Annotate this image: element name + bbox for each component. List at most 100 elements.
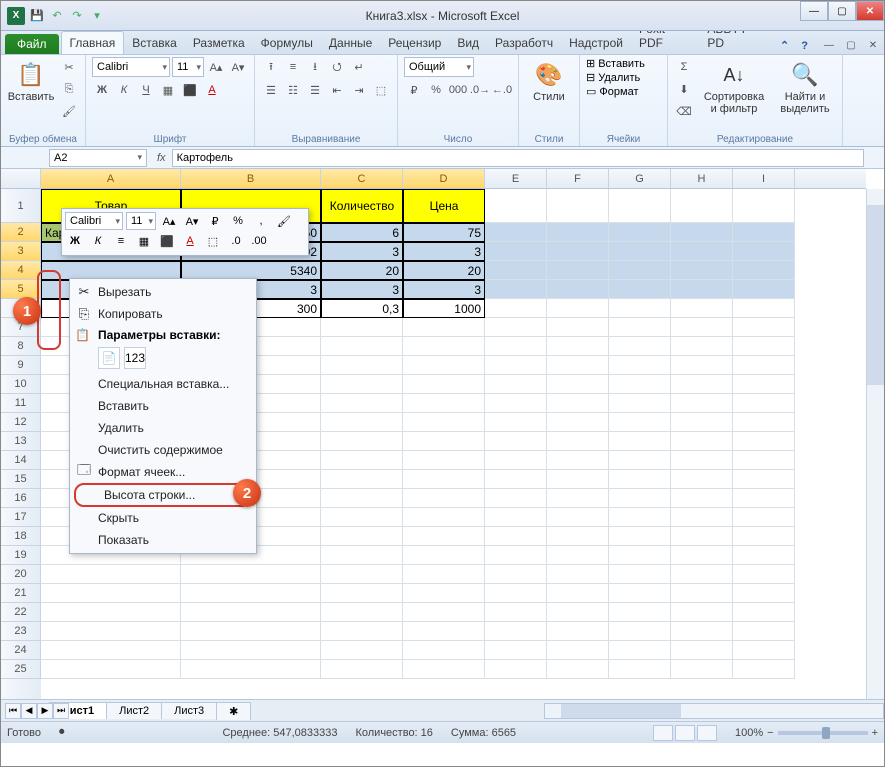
ctx-clear-contents[interactable]: Очистить содержимое [70,439,256,461]
cell[interactable] [671,470,733,489]
cell[interactable] [485,318,547,337]
cell[interactable] [485,660,547,679]
cell[interactable] [733,603,795,622]
cell[interactable] [321,546,403,565]
ctx-format-cells[interactable]: 🗔Формат ячеек... [70,461,256,483]
row-header-14[interactable]: 14 [1,451,41,470]
cell[interactable] [671,432,733,451]
cell[interactable] [671,280,733,299]
cell[interactable] [671,394,733,413]
cell[interactable] [403,660,485,679]
row-header-23[interactable]: 23 [1,622,41,641]
cell[interactable] [41,660,181,679]
ctx-insert[interactable]: Вставить [70,395,256,417]
mini-size-combo[interactable]: 11 [126,212,156,230]
cell[interactable] [181,603,321,622]
cell-D5[interactable]: 3 [403,280,485,299]
view-normal-icon[interactable] [653,725,673,741]
cell[interactable] [547,622,609,641]
cell[interactable] [547,451,609,470]
row-header-4[interactable]: 4 [1,261,41,280]
cell[interactable] [609,565,671,584]
horizontal-scrollbar[interactable] [544,703,884,719]
cell[interactable] [321,527,403,546]
view-page-break-icon[interactable] [697,725,717,741]
cell[interactable] [181,565,321,584]
mini-border-icon[interactable]: ▦ [134,232,154,250]
row-header-17[interactable]: 17 [1,508,41,527]
qat-save-icon[interactable]: 💾 [29,8,45,24]
row-header-25[interactable]: 25 [1,660,41,679]
row-header-13[interactable]: 13 [1,432,41,451]
ctx-paste-special[interactable]: Специальная вставка... [70,373,256,395]
col-header-B[interactable]: B [181,169,321,188]
cell[interactable] [485,603,547,622]
zoom-level[interactable]: 100% [735,727,763,739]
cell[interactable] [671,546,733,565]
cell[interactable] [547,189,609,223]
cell[interactable] [609,189,671,223]
cell[interactable] [485,394,547,413]
mini-font-color-icon[interactable]: A [180,232,200,250]
cell[interactable] [485,489,547,508]
cell[interactable] [733,318,795,337]
find-select-button[interactable]: 🔍 Найти и выделить [774,57,836,117]
row-header-19[interactable]: 19 [1,546,41,565]
cell[interactable] [609,356,671,375]
mini-font-combo[interactable]: Calibri [65,212,123,230]
cell[interactable] [403,337,485,356]
cell[interactable] [733,622,795,641]
cell[interactable] [733,470,795,489]
mini-incdec-icon[interactable]: .0 [226,232,246,250]
cell[interactable] [547,223,609,242]
mini-format-painter-icon[interactable]: 🖌 [274,212,294,230]
col-header-D[interactable]: D [403,169,485,188]
cell[interactable] [671,641,733,660]
cell[interactable] [671,660,733,679]
minimize-button[interactable]: — [800,1,828,21]
sheet-nav-next-icon[interactable]: ▶ [37,703,53,719]
col-header-E[interactable]: E [485,169,547,188]
cell[interactable] [547,470,609,489]
cell-C5[interactable]: 3 [321,280,403,299]
cell[interactable] [547,584,609,603]
cell[interactable] [41,603,181,622]
cell[interactable] [671,584,733,603]
cell[interactable] [403,413,485,432]
name-box[interactable]: A2 [49,149,147,167]
orientation-icon[interactable]: ⭯ [327,57,347,77]
cell[interactable] [671,189,733,223]
cell[interactable] [671,318,733,337]
ctx-hide[interactable]: Скрыть [70,507,256,529]
cell[interactable] [671,242,733,261]
cell[interactable] [733,641,795,660]
cell[interactable] [733,432,795,451]
cell[interactable] [485,223,547,242]
col-header-A[interactable]: A [41,169,181,188]
cell[interactable] [609,451,671,470]
cell[interactable] [733,565,795,584]
font-name-combo[interactable]: Calibri [92,57,170,77]
cell[interactable] [609,242,671,261]
grow-font-icon[interactable]: A▴ [206,57,226,77]
row-header-21[interactable]: 21 [1,584,41,603]
mini-merge-icon[interactable]: ⬚ [203,232,223,250]
cell[interactable] [671,375,733,394]
sheet-tab-2[interactable]: Лист2 [106,702,162,719]
tab-home[interactable]: Главная [61,31,125,54]
cell[interactable] [321,356,403,375]
cell[interactable] [485,565,547,584]
paste-option-all-icon[interactable]: 📄 [98,347,120,369]
maximize-button[interactable]: ▢ [828,1,856,21]
row-header-22[interactable]: 22 [1,603,41,622]
mdi-minimize-icon[interactable]: — [818,36,840,54]
fill-icon[interactable]: ⬇ [674,79,694,99]
cell[interactable] [671,489,733,508]
cell[interactable] [485,242,547,261]
cell[interactable] [733,451,795,470]
cell[interactable] [403,451,485,470]
cell[interactable] [609,318,671,337]
row-header-5[interactable]: 5 [1,280,41,299]
fx-icon[interactable]: fx [151,152,172,164]
cell[interactable] [671,356,733,375]
